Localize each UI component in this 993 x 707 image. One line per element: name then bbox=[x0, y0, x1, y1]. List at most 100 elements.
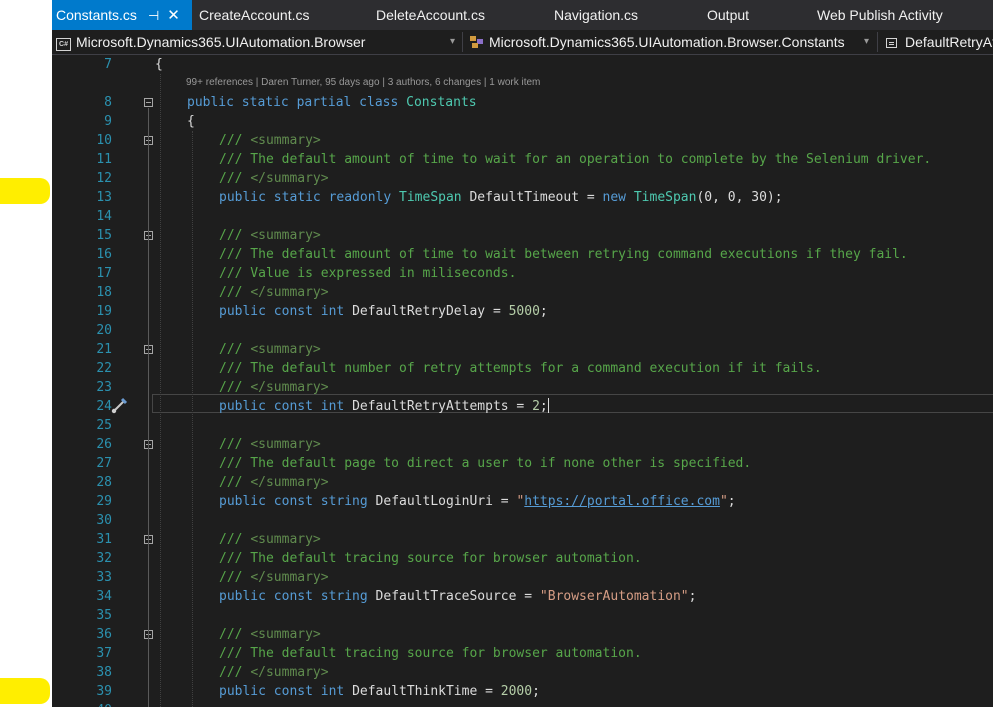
code-line[interactable]: 24 public const int DefaultRetryAttempts … bbox=[52, 397, 993, 416]
code-token: new bbox=[602, 190, 634, 205]
code-line[interactable]: 29 public const string DefaultLoginUri = … bbox=[52, 492, 993, 511]
outline-margin-line bbox=[148, 431, 149, 491]
code-line[interactable]: 35 bbox=[52, 606, 993, 625]
code-text: /// </summary> bbox=[219, 283, 329, 302]
code-token: /// The default amount of time to wait b… bbox=[219, 247, 908, 262]
code-line[interactable]: 9{ bbox=[52, 112, 993, 131]
code-text: /// </summary> bbox=[219, 568, 329, 587]
code-line[interactable]: 18 /// </summary> bbox=[52, 283, 993, 302]
code-line[interactable]: 36 /// <summary> bbox=[52, 625, 993, 644]
chevron-down-icon[interactable]: ▾ bbox=[864, 31, 869, 53]
code-text: public const int DefaultThinkTime = 2000… bbox=[219, 682, 540, 701]
code-area[interactable]: 7{ 8 public static partial class Constants… bbox=[52, 55, 993, 707]
code-text: public static readonly TimeSpan DefaultT… bbox=[219, 188, 783, 207]
code-line[interactable]: 19 public const int DefaultRetryDelay = 5… bbox=[52, 302, 993, 321]
code-line[interactable]: 20 bbox=[52, 321, 993, 340]
code-token: public static partial class bbox=[187, 95, 407, 110]
line-number: 31 bbox=[96, 532, 112, 547]
code-line[interactable]: 10 /// <summary> bbox=[52, 131, 993, 150]
code-line[interactable]: 21 /// <summary> bbox=[52, 340, 993, 359]
code-token: 2000 bbox=[500, 684, 533, 699]
code-line[interactable]: 12 /// </summary> bbox=[52, 169, 993, 188]
code-token: /// bbox=[219, 532, 251, 547]
member-name: DefaultRetryAttempts bbox=[905, 34, 993, 50]
line-number: 10 bbox=[96, 133, 112, 148]
line-number: 16 bbox=[96, 247, 112, 262]
line-number: 39 bbox=[96, 684, 112, 699]
code-token: <summary> bbox=[250, 228, 321, 243]
code-line[interactable]: 17 /// Value is expressed in miliseconds. bbox=[52, 264, 993, 283]
type-dropdown[interactable]: Microsoft.Dynamics365.UIAutomation.Brows… bbox=[470, 31, 851, 53]
code-line[interactable]: 26 /// <summary> bbox=[52, 435, 993, 454]
code-line[interactable]: 31 /// <summary> bbox=[52, 530, 993, 549]
tab-label: DeleteAccount.cs bbox=[376, 7, 485, 23]
code-line[interactable]: 22 /// The default number of retry attemp… bbox=[52, 359, 993, 378]
separator bbox=[462, 32, 463, 52]
field-icon bbox=[886, 38, 897, 48]
code-line[interactable]: 40 bbox=[52, 701, 993, 707]
class-icon bbox=[470, 36, 483, 48]
code-text: public const string DefaultTraceSource =… bbox=[219, 587, 696, 606]
code-line[interactable]: 11 /// The default amount of time to wait… bbox=[52, 150, 993, 169]
code-line[interactable]: 13 public static readonly TimeSpan Defaul… bbox=[52, 188, 993, 207]
code-token: ; bbox=[539, 304, 548, 319]
code-text: /// Value is expressed in miliseconds. bbox=[219, 264, 516, 283]
line-number: 26 bbox=[96, 437, 112, 452]
code-token: DefaultTraceSource = bbox=[375, 589, 540, 604]
code-line[interactable]: 28 /// </summary> bbox=[52, 473, 993, 492]
code-token: /// The default number of retry attempts… bbox=[219, 361, 822, 376]
code-token: /// bbox=[219, 665, 251, 680]
member-dropdown[interactable]: DefaultRetryAttempts bbox=[886, 31, 993, 53]
tab-createaccount-cs[interactable]: CreateAccount.cs bbox=[195, 0, 365, 30]
tab-output[interactable]: Output bbox=[703, 0, 793, 30]
tab-deleteaccount-cs[interactable]: DeleteAccount.cs bbox=[372, 0, 542, 30]
close-icon[interactable]: ✕ bbox=[167, 1, 180, 31]
code-text: /// </summary> bbox=[219, 663, 329, 682]
tab-web-publish-activity[interactable]: Web Publish Activity bbox=[813, 0, 993, 30]
outline-margin-line bbox=[148, 108, 149, 707]
code-token: /// bbox=[219, 133, 251, 148]
code-token: { bbox=[187, 114, 195, 129]
code-token: ; bbox=[688, 589, 697, 604]
codelens-info[interactable]: 99+ references | Daren Turner, 95 days a… bbox=[186, 76, 540, 90]
tab-constants-cs[interactable]: Constants.cs ⊣ ✕ bbox=[52, 0, 192, 30]
code-line[interactable]: 38 /// </summary> bbox=[52, 663, 993, 682]
line-number: 15 bbox=[96, 228, 112, 243]
code-line[interactable]: 16 /// The default amount of time to wait… bbox=[52, 245, 993, 264]
tab-navigation-cs[interactable]: Navigation.cs bbox=[550, 0, 690, 30]
yellow-highlight-marker bbox=[0, 178, 50, 204]
line-number: 27 bbox=[96, 456, 112, 471]
chevron-down-icon[interactable]: ▾ bbox=[450, 31, 455, 53]
code-line[interactable]: 37 /// The default tracing source for bro… bbox=[52, 644, 993, 663]
code-line[interactable]: 14 bbox=[52, 207, 993, 226]
tab-label: Constants.cs bbox=[56, 7, 137, 23]
code-line[interactable]: 34 public const string DefaultTraceSource… bbox=[52, 587, 993, 606]
code-text: { bbox=[155, 55, 163, 74]
code-token: TimeSpan bbox=[633, 190, 697, 205]
code-line[interactable]: 33 /// </summary> bbox=[52, 568, 993, 587]
code-token: /// The default tracing source for brows… bbox=[219, 646, 642, 661]
code-token: /// bbox=[219, 342, 251, 357]
line-number: 24 bbox=[96, 399, 112, 414]
project-name: Microsoft.Dynamics365.UIAutomation.Brows… bbox=[76, 34, 366, 50]
collapse-region-icon[interactable] bbox=[144, 98, 153, 107]
code-line[interactable]: 23 /// </summary> bbox=[52, 378, 993, 397]
code-text: { bbox=[187, 112, 195, 131]
code-line[interactable]: 39 public const int DefaultThinkTime = 20… bbox=[52, 682, 993, 701]
code-token: <summary> bbox=[250, 437, 321, 452]
line-number: 37 bbox=[96, 646, 112, 661]
url-link[interactable]: https://portal.office.com bbox=[524, 494, 720, 509]
code-token: DefaultLoginUri = bbox=[375, 494, 517, 509]
line-number: 20 bbox=[96, 323, 112, 338]
code-line[interactable]: 7{ bbox=[52, 55, 993, 74]
code-line[interactable]: 30 bbox=[52, 511, 993, 530]
code-line[interactable]: 32 /// The default tracing source for bro… bbox=[52, 549, 993, 568]
pin-icon[interactable]: ⊣ bbox=[148, 1, 159, 31]
project-dropdown[interactable]: C# Microsoft.Dynamics365.UIAutomation.Bro… bbox=[56, 31, 448, 53]
code-line[interactable]: 25 bbox=[52, 416, 993, 435]
code-line[interactable]: 8 public static partial class Constants bbox=[52, 93, 993, 112]
code-line[interactable]: 15 /// <summary> bbox=[52, 226, 993, 245]
code-line[interactable]: 27 /// The default page to direct a user … bbox=[52, 454, 993, 473]
line-number: 33 bbox=[96, 570, 112, 585]
code-token: /// bbox=[219, 285, 251, 300]
